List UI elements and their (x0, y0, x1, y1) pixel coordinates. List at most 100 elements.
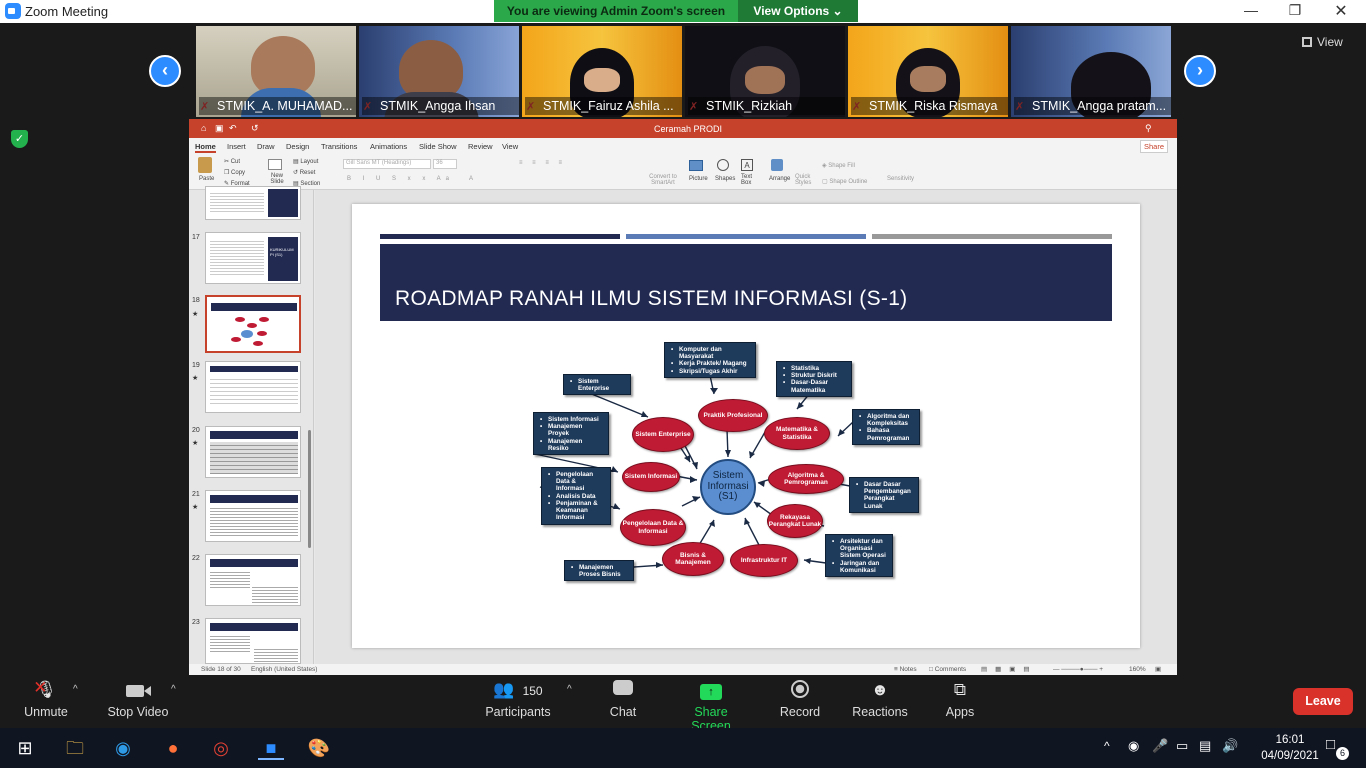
chat-button[interactable]: Chat (603, 680, 643, 719)
slide-thumbnail[interactable] (205, 554, 301, 606)
edge-browser-icon[interactable]: ◉ (110, 736, 136, 760)
notification-icon[interactable]: □ (1326, 736, 1335, 753)
stop-video-button[interactable]: Stop Video (106, 680, 170, 719)
maximize-icon[interactable]: ❐ (1280, 2, 1310, 19)
participant-tile[interactable]: ✗ STMIK_Rizkiah (685, 26, 845, 117)
comments-button[interactable]: □ Comments (929, 666, 966, 673)
zoom-app-icon[interactable]: ■ (258, 736, 284, 760)
paragraph-buttons[interactable]: ≡ ≡ ≡ ≡ (519, 160, 566, 166)
paste-label: Paste (199, 176, 215, 182)
prev-page-button[interactable]: ‹ (149, 55, 181, 87)
slide-number: 21 (192, 491, 200, 498)
participant-tile[interactable]: ✗ STMIK_Angga pratam... (1011, 26, 1171, 117)
picture-icon[interactable] (689, 160, 703, 171)
participant-tile[interactable]: ✗ STMIK_Angga Ihsan (359, 26, 519, 117)
unmute-button[interactable]: 🎙 ✕ Unmute (22, 678, 70, 719)
volume-icon[interactable]: 🔊 (1222, 738, 1238, 754)
tab-slide-show[interactable]: Slide Show (419, 142, 457, 151)
layout-button[interactable]: ▤ Layout (293, 158, 318, 165)
security-shield-icon[interactable]: ✓ (11, 130, 28, 148)
tray-chevron-icon[interactable]: ^ (1104, 739, 1110, 753)
zoom-slider[interactable]: — ────●─── + (1053, 666, 1103, 673)
clock[interactable]: 16:01 04/09/2021 (1258, 732, 1322, 764)
firefox-icon[interactable]: ● (160, 736, 186, 760)
participants-button[interactable]: 👥 150 Participants (484, 680, 552, 719)
notes-button[interactable]: ≡ Notes (894, 666, 917, 673)
file-explorer-icon[interactable]: 🗀 (62, 736, 88, 760)
network-icon[interactable]: ▤ (1199, 738, 1211, 754)
shape-fill-button[interactable]: ◈ Shape Fill (822, 162, 855, 169)
font-family-select[interactable]: Gill Sans MT (Headings) (343, 159, 431, 169)
record-button[interactable]: Record (778, 680, 822, 719)
participants-chevron-icon[interactable]: ^ (567, 684, 572, 695)
tab-view[interactable]: View (502, 142, 518, 151)
participant-tile[interactable]: ✗ STMIK_Fairuz Ashila ... (522, 26, 682, 117)
shapes-icon[interactable] (717, 159, 729, 171)
undo-icon[interactable]: ↶ (229, 123, 237, 134)
cut-button[interactable]: ✂ Cut (224, 158, 240, 165)
share-screen-button[interactable]: ↑ Share Screen (674, 680, 748, 733)
close-icon[interactable]: ✕ (1326, 1, 1356, 21)
tab-review[interactable]: Review (468, 142, 493, 151)
paint-app-icon[interactable]: 🎨 (306, 736, 332, 760)
arrange-icon[interactable] (771, 159, 783, 171)
comments-label: Comments (934, 666, 967, 673)
participant-tile[interactable]: ✗ STMIK_A. MUHAMAD... (196, 26, 356, 117)
microphone-icon[interactable]: 🎤 (1152, 738, 1168, 754)
search-icon[interactable]: ⚲ (1145, 123, 1152, 134)
shape-outline-button[interactable]: ▢ Shape Outline (822, 178, 867, 185)
minimize-icon[interactable]: — (1236, 2, 1266, 18)
paste-icon[interactable] (198, 157, 212, 173)
view-mode-buttons[interactable]: ▤▦▣▤ (981, 665, 1038, 673)
view-button[interactable]: View (1302, 32, 1358, 52)
font-size-select[interactable]: 36 (433, 159, 457, 169)
sensitivity-button[interactable]: Sensitivity (887, 176, 914, 182)
participant-tile[interactable]: ✗ STMIK_Riska Rismaya (848, 26, 1008, 117)
tab-transitions[interactable]: Transitions (321, 142, 357, 151)
battery-icon[interactable]: ▭ (1176, 738, 1188, 754)
copy-button[interactable]: ❐ Copy (224, 169, 245, 176)
thumbnails-scrollbar[interactable] (308, 430, 311, 548)
box-item: Skripsi/Tugas Akhir (679, 368, 751, 375)
chrome-icon[interactable]: ◎ (208, 736, 234, 760)
slide-thumbnail[interactable] (205, 361, 301, 413)
tab-animations[interactable]: Animations (370, 142, 407, 151)
slide-thumbnail[interactable] (205, 618, 301, 664)
new-slide-icon[interactable] (268, 159, 282, 170)
convert-smartart-label[interactable]: Convert to SmartArt (648, 174, 678, 186)
save-icon[interactable]: ▣ (215, 123, 224, 134)
slide-thumbnail[interactable] (205, 426, 301, 478)
view-options-button[interactable]: View Options ⌄ (738, 0, 858, 22)
quick-styles-label[interactable]: Quick Styles (795, 174, 813, 186)
video-options-chevron-icon[interactable]: ^ (171, 684, 176, 695)
slide-thumbnail-selected[interactable] (205, 295, 301, 353)
next-page-button[interactable]: › (1184, 55, 1216, 87)
current-slide: ROADMAP RANAH ILMU SISTEM INFORMASI (S-1… (352, 204, 1140, 648)
home-icon[interactable]: ⌂ (201, 123, 206, 133)
audio-options-chevron-icon[interactable]: ^ (73, 684, 78, 695)
reactions-button[interactable]: ☻ Reactions (852, 680, 908, 719)
windows-start-icon[interactable]: ⊞ (12, 736, 38, 760)
box-item: Statistika (791, 365, 847, 372)
textbox-icon[interactable]: A (741, 159, 753, 171)
reset-button[interactable]: ↺ Reset (293, 169, 315, 176)
fit-slide-icon[interactable]: ▣ (1155, 665, 1161, 673)
tab-insert[interactable]: Insert (227, 142, 246, 151)
font-color-button[interactable]: A (469, 176, 473, 182)
webcam-icon[interactable]: ◉ (1128, 738, 1139, 754)
animation-star-icon: ★ (192, 375, 199, 382)
format-buttons[interactable]: B I U S x x Aa (347, 176, 454, 182)
tab-home[interactable]: Home (195, 142, 216, 153)
tab-draw[interactable]: Draw (257, 142, 275, 151)
share-button[interactable]: Share (1140, 140, 1169, 153)
slide-thumbnail[interactable]: KURIKULUM PI (S1) (205, 232, 301, 284)
notes-label: Notes (899, 666, 917, 673)
tab-design[interactable]: Design (286, 142, 309, 151)
slide-thumbnail[interactable] (205, 490, 301, 542)
box-dasar-pengembangan: Dasar Dasar Pengembangan Perangkat Lunak (849, 477, 919, 513)
box-item: Sistem Informasi (548, 416, 604, 423)
slide-thumbnail[interactable] (205, 186, 301, 220)
leave-button[interactable]: Leave (1293, 688, 1353, 715)
apps-button[interactable]: ⧉ Apps (942, 680, 978, 719)
redo-icon[interactable]: ↺ (251, 123, 259, 134)
